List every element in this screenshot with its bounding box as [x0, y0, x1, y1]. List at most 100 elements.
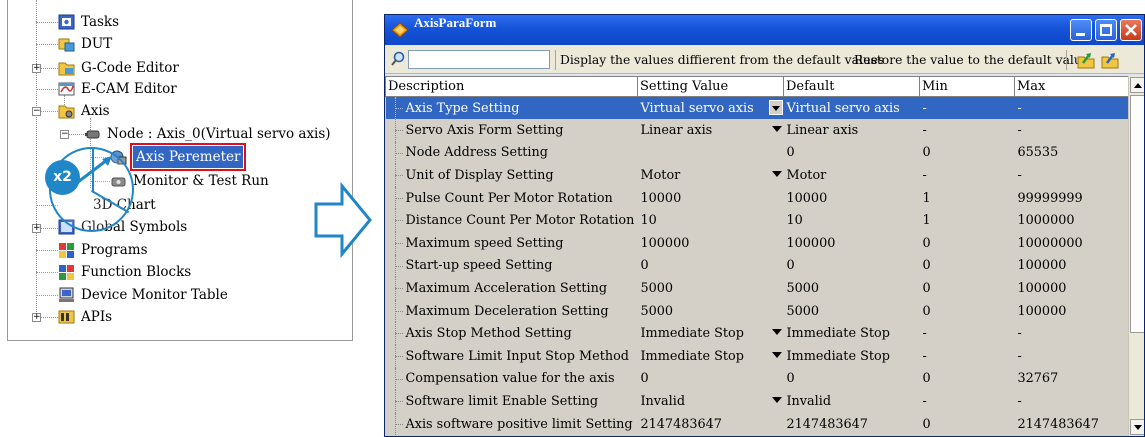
column-header-description[interactable]: Description [385, 76, 638, 97]
dropdown-arrow-icon[interactable] [768, 100, 783, 115]
table-row[interactable]: Pulse Count Per Motor Rotation 10000 10000… [385, 186, 1128, 210]
display-different-values-button[interactable]: Display the values diffierent from the d… [560, 46, 884, 74]
default-value-cell: 5000 [783, 299, 920, 323]
table-row[interactable]: Maximum Deceleration Setting 5000 5000 0 100… [385, 299, 1128, 323]
tree-connector [41, 317, 58, 318]
setting-value-cell[interactable]: Virtual servo axis [637, 96, 784, 120]
column-header-max[interactable]: Max [1014, 76, 1128, 97]
min-value-cell: - [919, 119, 1015, 142]
setting-value-cell[interactable]: 5000 [637, 299, 784, 323]
table-row[interactable]: Start-up speed Setting 0 0 0 100000 [385, 254, 1128, 278]
table-row[interactable]: Maximum speed Setting 100000 100000 0 100000… [385, 232, 1128, 255]
table-row[interactable]: Software limit Enable Setting Invalid Inva… [385, 390, 1128, 413]
max-value-cell: 10000000 [1014, 232, 1128, 255]
max-value-cell-text: 99999999 [1017, 190, 1083, 206]
max-value-cell-text: - [1017, 326, 1022, 342]
table-row[interactable]: Axis Type Setting Virtual servo axis Virtu… [385, 96, 1128, 120]
setting-value-cell[interactable]: 10000 [637, 186, 784, 210]
setting-value-cell-text: 5000 [640, 281, 674, 297]
setting-value-cell[interactable]: Linear axis [637, 119, 784, 142]
dropdown-arrow-icon[interactable] [771, 397, 782, 404]
expand-toggle[interactable]: + [32, 313, 41, 322]
column-header-min[interactable]: Min [919, 76, 1015, 97]
setting-value-cell[interactable]: 0 [637, 254, 784, 278]
table-row[interactable]: Axis Stop Method Setting Immediate Stop Im… [385, 322, 1128, 346]
scroll-up-button[interactable] [1130, 77, 1144, 93]
dropdown-arrow-icon[interactable] [771, 329, 782, 336]
dropdown-arrow-icon[interactable] [771, 126, 782, 133]
min-value-cell: 0 [919, 412, 1015, 436]
collapse-toggle[interactable]: − [32, 107, 41, 116]
table-row[interactable]: Axis software positive limit Setting 2147… [385, 412, 1128, 436]
setting-value-cell[interactable]: Invalid [637, 390, 784, 413]
table-row[interactable]: Maximum Acceleration Setting 5000 5000 0 100… [385, 277, 1128, 300]
parameter-description: Start-up speed Setting [385, 254, 638, 278]
expand-toggle[interactable]: + [32, 224, 41, 233]
dropdown-arrow-icon[interactable] [771, 171, 782, 178]
setting-value-cell[interactable]: 5000 [637, 277, 784, 300]
node-icon [85, 130, 100, 139]
tree-connector [36, 272, 58, 273]
setting-value-cell-text: 10 [640, 213, 657, 229]
import-icon[interactable] [1077, 51, 1095, 69]
setting-value-cell[interactable] [637, 141, 784, 165]
scroll-down-button[interactable] [1130, 419, 1144, 435]
table-row[interactable]: Software Limit Input Stop Method Immediat… [385, 345, 1128, 368]
parameter-description: Axis Stop Method Setting [385, 322, 638, 346]
scroll-thumb[interactable] [1130, 95, 1144, 333]
min-value-cell-text: - [922, 394, 927, 410]
default-value-cell-text: 5000 [786, 281, 820, 297]
parameter-description-text: Software Limit Input Stop Method [405, 348, 630, 364]
vertical-scrollbar[interactable] [1128, 76, 1144, 436]
search-input[interactable] [408, 50, 550, 69]
setting-value-cell[interactable]: 100000 [637, 232, 784, 255]
close-button[interactable] [1120, 19, 1142, 41]
tree-connector [36, 22, 58, 23]
title-bar[interactable]: AxisParaForm [385, 15, 1144, 45]
default-value-cell: Motor [783, 164, 920, 187]
min-value-cell-text: 0 [922, 416, 931, 432]
table-row[interactable]: Unit of Display Setting Motor Motor - - [385, 164, 1128, 187]
max-value-cell: 2147483647 [1014, 412, 1128, 436]
minimize-button[interactable] [1070, 19, 1092, 41]
tree-connector [36, 295, 58, 296]
table-row[interactable]: Compensation value for the axis 0 0 0 32767 [385, 367, 1128, 391]
search-icon[interactable] [390, 51, 406, 67]
default-value-cell-text: 0 [786, 258, 795, 274]
maximize-button[interactable] [1095, 19, 1117, 41]
parameter-description-text: Pulse Count Per Motor Rotation [405, 190, 613, 206]
parameter-description: Servo Axis Form Setting [385, 119, 638, 142]
export-icon[interactable] [1101, 51, 1119, 69]
min-value-cell: 0 [919, 367, 1015, 391]
max-value-cell-text: 65535 [1017, 145, 1059, 161]
setting-value-cell[interactable]: 2147483647 [637, 412, 784, 436]
parameter-description: Maximum speed Setting [385, 232, 638, 255]
restore-default-button[interactable]: Restore the value to the default value [854, 46, 1089, 74]
dropdown-arrow-icon[interactable] [771, 352, 782, 359]
min-value-cell-text: 0 [922, 371, 931, 387]
parameter-description: Distance Count Per Motor Rotation [385, 209, 638, 233]
setting-value-cell[interactable]: 0 [637, 367, 784, 391]
table-row[interactable]: Servo Axis Form Setting Linear axis Linear… [385, 119, 1128, 142]
setting-value-cell[interactable]: Immediate Stop [637, 345, 784, 368]
parameter-grid: Description Setting Value Default Min Ma… [385, 76, 1128, 436]
max-value-cell: - [1014, 164, 1128, 187]
max-value-cell: - [1014, 119, 1128, 142]
setting-value-cell[interactable]: Motor [637, 164, 784, 187]
default-value-cell: Immediate Stop [783, 345, 920, 368]
column-header-default[interactable]: Default [783, 76, 920, 97]
setting-value-cell-text: Invalid [640, 394, 686, 410]
collapse-toggle[interactable]: − [60, 130, 69, 139]
parameter-description: Node Address Setting [385, 141, 638, 165]
setting-value-cell[interactable]: Immediate Stop [637, 322, 784, 346]
table-row[interactable]: Distance Count Per Motor Rotation 10 10 1 10… [385, 209, 1128, 233]
default-value-cell-text: Immediate Stop [786, 348, 890, 364]
column-header-setting-value[interactable]: Setting Value [637, 76, 784, 97]
expand-toggle[interactable]: + [32, 64, 41, 73]
tree-connector [41, 68, 58, 69]
device-monitor-icon [59, 287, 74, 302]
setting-value-cell[interactable]: 10 [637, 209, 784, 233]
default-value-cell-text: 5000 [786, 303, 820, 319]
table-row[interactable]: Node Address Setting 0 0 65535 [385, 141, 1128, 165]
min-value-cell: 0 [919, 277, 1015, 300]
